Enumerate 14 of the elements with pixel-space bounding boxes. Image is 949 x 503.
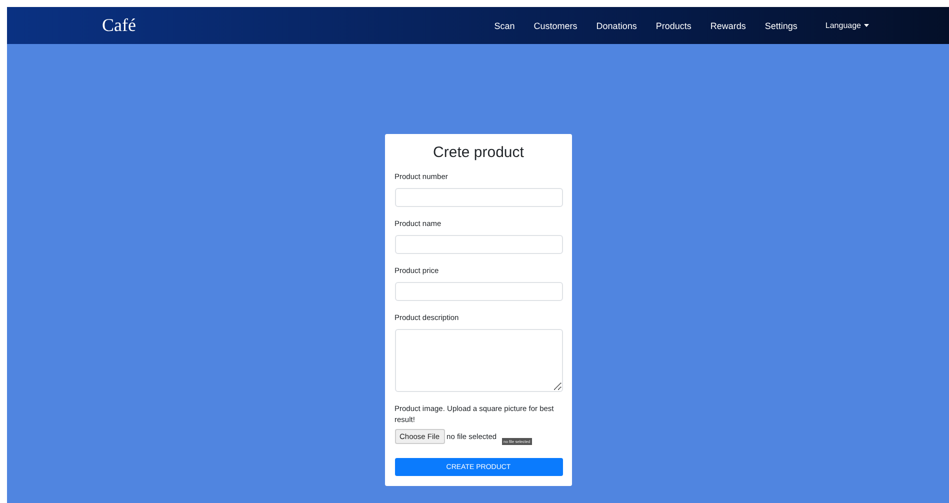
brand-logo[interactable]: Café bbox=[102, 15, 136, 36]
language-dropdown[interactable]: Language bbox=[825, 21, 869, 30]
nav-link[interactable]: Products bbox=[656, 20, 692, 30]
caret-icon bbox=[864, 24, 869, 27]
text-input[interactable] bbox=[394, 188, 562, 207]
nav-link[interactable]: Rewards bbox=[710, 20, 746, 30]
text-input[interactable] bbox=[394, 235, 562, 254]
nav-link[interactable]: Settings bbox=[764, 20, 798, 30]
nav-link[interactable]: Customers bbox=[534, 20, 578, 30]
form-title: Crete product bbox=[432, 144, 525, 161]
nav-link[interactable]: Scan bbox=[494, 20, 515, 30]
text-input[interactable] bbox=[394, 282, 562, 301]
nav-link[interactable]: Donations bbox=[596, 20, 637, 30]
description-textarea[interactable] bbox=[394, 329, 562, 392]
